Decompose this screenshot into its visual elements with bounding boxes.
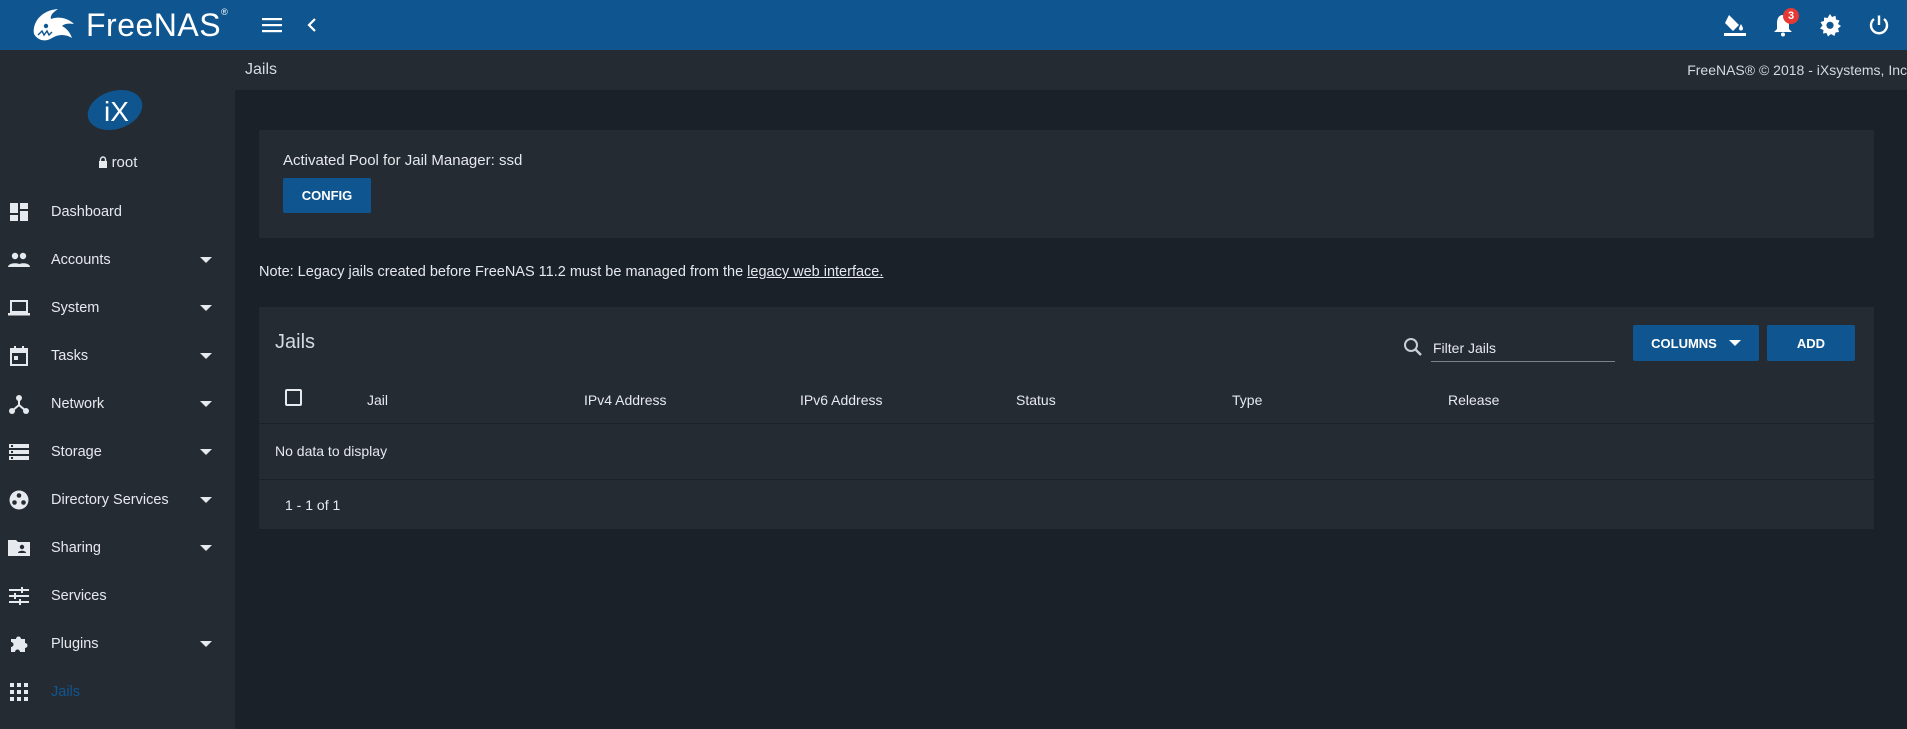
tune-icon [8,585,30,607]
sidebar-item-label: Jails [51,684,81,700]
search-icon [1404,338,1422,356]
sidebar-item-jails[interactable]: Jails [0,668,235,716]
chevron-down-icon [200,497,212,503]
sidebar-item-system[interactable]: System [0,284,235,332]
apps-grid-icon [8,681,30,703]
sidebar-item-storage[interactable]: Storage [0,428,235,476]
column-header-ipv4[interactable]: IPv4 Address [584,392,667,408]
power-button[interactable] [1864,10,1894,40]
sidebar-item-label: Storage [51,444,102,460]
sidebar-item-network[interactable]: Network [0,380,235,428]
jail-pool-card: Activated Pool for Jail Manager: ssd CON… [259,130,1874,238]
laptop-icon [8,297,30,319]
paint-bucket-icon [1724,15,1746,36]
table-title: Jails [275,331,316,353]
column-header-ipv6[interactable]: IPv6 Address [800,392,883,408]
power-icon [1869,15,1889,35]
sidebar-item-dashboard[interactable]: Dashboard [0,188,235,236]
chevron-down-icon [200,401,212,407]
sidebar-item-directory-services[interactable]: Directory Services [0,476,235,524]
copyright-text: FreeNAS® © 2018 - iXsystems, Inc [1687,62,1907,78]
chevron-down-icon [200,257,212,263]
dashboard-icon [8,201,30,223]
chevron-down-icon [200,305,212,311]
filter-jails [1399,331,1627,363]
calendar-icon [8,345,30,367]
freenas-shark-icon [33,9,74,41]
user-label: root [0,154,235,171]
column-header-release[interactable]: Release [1448,392,1499,408]
people-icon [8,249,30,271]
folder-shared-icon [8,537,30,559]
columns-button[interactable]: COLUMNS [1633,325,1759,361]
sidebar-item-label: Sharing [51,540,101,556]
sidebar-item-label: Dashboard [51,204,122,220]
empty-table-message: No data to display [275,443,388,459]
columns-button-label: COLUMNS [1651,335,1717,351]
sidebar-item-label: Services [51,588,107,604]
activated-pool-text: Activated Pool for Jail Manager: ssd [283,152,523,169]
table-footer: 1 - 1 of 1 [259,479,1874,530]
hamburger-icon [262,18,282,33]
sidebar-item-label: Directory Services [51,492,169,508]
sidebar-item-plugins[interactable]: Plugins [0,620,235,668]
notification-badge: 3 [1783,8,1799,24]
collapse-sidebar-button[interactable] [297,10,327,40]
add-jail-button[interactable]: ADD [1767,325,1855,361]
column-header-jail[interactable]: Jail [367,392,388,408]
lock-icon [98,156,107,168]
chevron-down-icon [200,641,212,647]
column-header-status[interactable]: Status [1016,392,1056,408]
chevron-down-icon [200,353,212,359]
chevron-left-icon [307,18,316,32]
caret-down-icon [1728,340,1741,346]
settings-button[interactable] [1815,10,1845,40]
sidebar: iX root Dashboard Accounts System Tasks [0,50,235,729]
sidebar-item-label: Accounts [51,252,111,268]
sidebar-item-label: Tasks [51,348,89,364]
top-bar: FreeNAS® 3 [0,0,1907,50]
jails-table-card: Jails COLUMNS ADD Jail IPv4 Address IPv6… [259,307,1874,529]
chevron-down-icon [200,545,212,551]
sidebar-item-accounts[interactable]: Accounts [0,236,235,284]
sidebar-item-label: Network [51,396,105,412]
filter-jails-input[interactable] [1431,335,1615,362]
sidebar-item-label: System [51,300,100,316]
sidebar-nav: Dashboard Accounts System Tasks Network … [0,188,235,716]
menu-toggle-button[interactable] [257,10,287,40]
breadcrumb[interactable]: Jails [245,61,277,79]
directory-icon [8,489,30,511]
column-header-type[interactable]: Type [1232,392,1262,408]
legacy-note: Note: Legacy jails created before FreeNA… [259,264,883,280]
svg-text:iX: iX [104,96,129,127]
breadcrumb-bar: Jails FreeNAS® © 2018 - iXsystems, Inc [235,50,1907,90]
sidebar-item-tasks[interactable]: Tasks [0,332,235,380]
storage-icon [8,441,30,463]
config-button[interactable]: CONFIG [283,178,371,213]
extension-icon [8,633,30,655]
network-icon [8,393,30,415]
note-text: Note: Legacy jails created before FreeNA… [259,264,748,280]
username: root [111,154,138,171]
sidebar-item-services[interactable]: Services [0,572,235,620]
select-all-checkbox[interactable] [285,389,302,406]
sidebar-item-sharing[interactable]: Sharing [0,524,235,572]
page-scrollbar[interactable] [1895,90,1907,729]
chevron-down-icon [200,449,212,455]
notifications-button[interactable]: 3 [1768,8,1799,40]
gear-icon [1820,14,1841,37]
legacy-web-interface-link[interactable]: legacy web interface. [747,264,883,280]
ix-logo-avatar: iX [87,89,143,131]
theme-button[interactable] [1720,10,1750,40]
logo-text: FreeNAS® [86,6,229,43]
table-header: Jail IPv4 Address IPv6 Address Status Ty… [259,375,1874,424]
freenas-logo[interactable]: FreeNAS® [28,5,228,45]
sidebar-item-label: Plugins [51,636,99,652]
pagination-summary: 1 - 1 of 1 [285,497,341,513]
